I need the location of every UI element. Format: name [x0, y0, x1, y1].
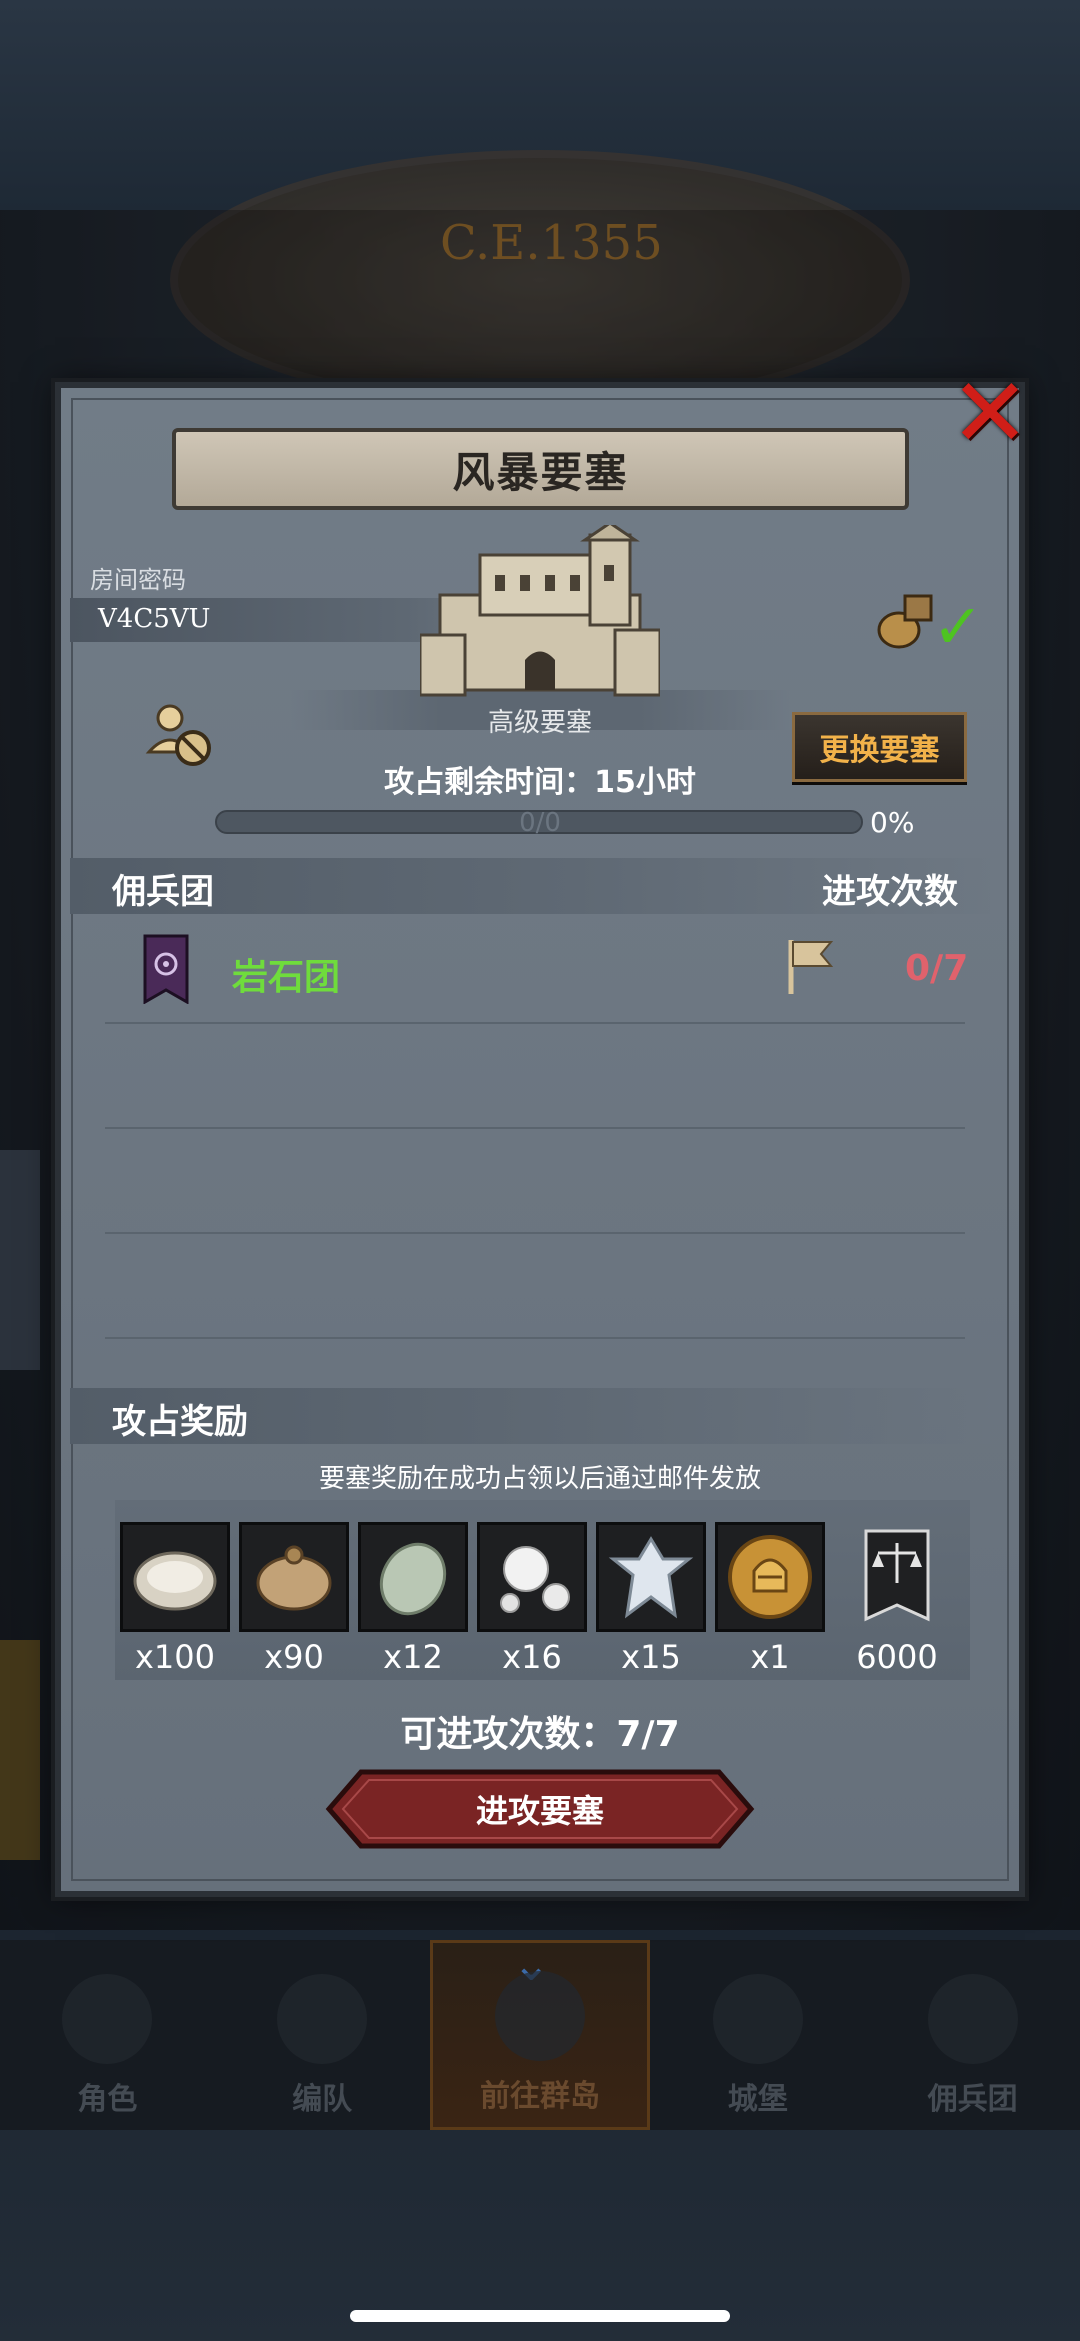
- row-divider: [105, 1022, 965, 1024]
- nav-tab-label: 前往群岛: [479, 2079, 600, 2114]
- fortress-castle-icon: [420, 525, 660, 697]
- room-password-label: 房间密码: [90, 566, 186, 594]
- bottom-navigation: 角色 编队 ⌄ 前往群岛 城堡 佣兵团: [0, 1937, 1080, 2130]
- compass-icon: [494, 1971, 585, 2061]
- change-fortress-button[interactable]: 更换要塞: [792, 712, 967, 782]
- fortress-level: 高级要塞: [487, 708, 592, 738]
- reward-quantity: x90: [264, 1638, 324, 1676]
- room-password-code[interactable]: V4C5VU: [98, 604, 210, 634]
- sack-icon: [256, 1545, 332, 1611]
- progress-text: 0/0: [519, 808, 561, 838]
- mercenary-icon: [927, 1974, 1018, 2064]
- reward-item[interactable]: x90: [239, 1522, 349, 1676]
- nav-tab-label: 角色: [77, 2082, 138, 2117]
- nav-tab-label: 佣兵团: [927, 2082, 1018, 2117]
- attacks-available: 可进攻次数：7/7: [400, 1714, 680, 1755]
- golden-helmet-coin-icon: [728, 1535, 812, 1619]
- jade-stone-icon: [379, 1542, 447, 1616]
- mercenary-name: 岩石团: [232, 957, 341, 998]
- attack-fortress-label: 进攻要塞: [475, 1792, 604, 1830]
- attack-count-header: 进攻次数: [822, 872, 958, 912]
- reward-quantity: x16: [502, 1638, 562, 1676]
- supply-bag-icon: [877, 594, 933, 649]
- nav-tab-label: 编队: [292, 2082, 353, 2117]
- reward-item[interactable]: x1: [715, 1522, 825, 1676]
- user-restricted-icon[interactable]: [145, 700, 215, 770]
- oyster-icon: [133, 1551, 217, 1611]
- check-icon: ✓: [932, 590, 984, 663]
- change-fortress-label: 更换要塞: [819, 733, 940, 768]
- reward-box: [239, 1522, 349, 1632]
- reward-box: [715, 1522, 825, 1632]
- row-divider: [105, 1337, 965, 1339]
- nav-tab-islands[interactable]: ⌄ 前往群岛: [429, 1937, 651, 2130]
- reward-quantity: x15: [621, 1638, 681, 1676]
- time-remaining: 攻占剩余时间：15小时: [384, 765, 696, 800]
- progress-percent: 0%: [870, 806, 915, 839]
- title-banner: 风暴要塞: [172, 428, 909, 510]
- reward-section-title: 攻占奖励: [112, 1402, 248, 1442]
- attack-fortress-button[interactable]: 进攻要塞: [325, 1768, 755, 1850]
- castle-icon: [712, 1974, 803, 2064]
- reward-item[interactable]: x15: [596, 1522, 706, 1676]
- reward-quantity: 6000: [856, 1638, 938, 1676]
- nav-tab-castle[interactable]: 城堡: [650, 1940, 865, 2130]
- dialog-title: 风暴要塞: [452, 447, 629, 497]
- home-indicator: [350, 2310, 730, 2322]
- reward-quantity: x12: [383, 1638, 443, 1676]
- row-divider: [105, 1232, 965, 1234]
- helmet-icon: [277, 1974, 368, 2064]
- reward-item[interactable]: x100: [120, 1522, 230, 1676]
- pearls-icon: [500, 1546, 570, 1613]
- flag-icon: [788, 940, 834, 994]
- reward-box: [358, 1522, 468, 1632]
- mercenary-attack-count: 0/7: [905, 948, 969, 989]
- reward-box: [596, 1522, 706, 1632]
- reward-quantity: x100: [134, 1638, 215, 1676]
- row-divider: [105, 1127, 965, 1129]
- close-icon: ✕: [949, 357, 1031, 469]
- nav-tab-label: 城堡: [727, 2082, 788, 2117]
- reward-note: 要塞奖励在成功占领以后通过邮件发放: [318, 1464, 761, 1494]
- nav-tab-formation[interactable]: 编队: [215, 1940, 430, 2130]
- nav-tab-mercenary[interactable]: 佣兵团: [865, 1940, 1080, 2130]
- close-button[interactable]: ✕: [945, 357, 1035, 469]
- reward-item[interactable]: x12: [358, 1522, 468, 1676]
- reward-box: [842, 1522, 952, 1632]
- knight-icon: [62, 1974, 153, 2064]
- mercenary-section-title: 佣兵团: [112, 872, 214, 912]
- reward-item[interactable]: x16: [477, 1522, 587, 1676]
- reward-box: [477, 1522, 587, 1632]
- silver-emblem-icon: [608, 1536, 694, 1619]
- mercenary-banner-icon: [143, 934, 189, 1004]
- nav-tab-character[interactable]: 角色: [0, 1940, 215, 2130]
- reward-item[interactable]: 6000: [842, 1522, 952, 1676]
- reward-quantity: x1: [750, 1638, 790, 1676]
- reward-box: [120, 1522, 230, 1632]
- justice-banner-icon: [864, 1529, 930, 1622]
